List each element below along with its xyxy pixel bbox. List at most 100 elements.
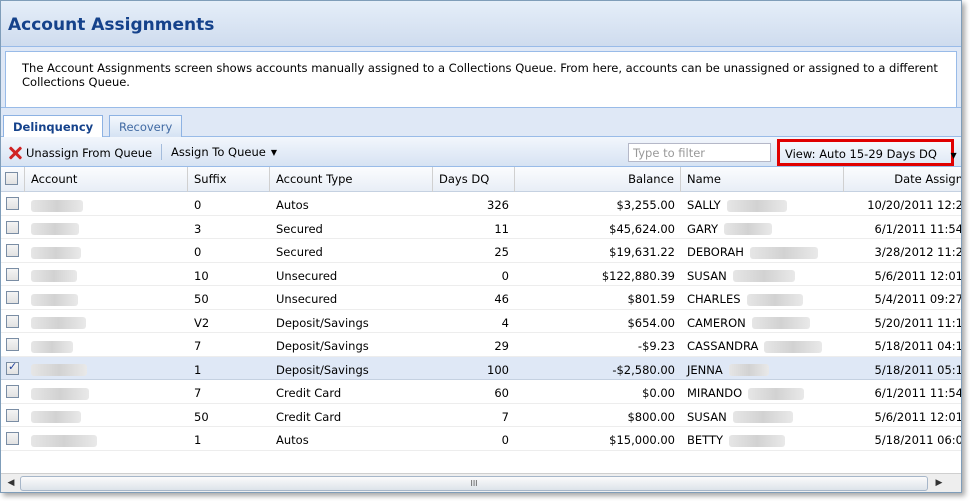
table-row[interactable]: V2 Deposit/Savings 4 $654.00 CAMERON 5/20/201… <box>1 310 961 333</box>
cell-balance: -$9.23 <box>637 339 675 353</box>
column-header-date-assigned[interactable]: Date Assign <box>844 167 961 192</box>
view-selector[interactable]: View: Auto 15-29 Days DQ ▼ <box>777 139 957 166</box>
cell-account <box>25 192 188 215</box>
redacted-surname <box>746 293 803 306</box>
row-checkbox[interactable] <box>6 244 19 257</box>
table-row[interactable]: 1 Deposit/Savings 100 -$2,580.00 JENNA 5/18/2… <box>1 356 961 380</box>
table-row[interactable]: 50 Unsecured 46 $801.59 CHARLES 5/4/2011 09:2… <box>1 286 961 310</box>
row-checkbox[interactable] <box>6 197 19 210</box>
cell-date-assigned: 5/20/2011 11:1 <box>874 315 961 330</box>
redacted-account <box>31 293 78 306</box>
account-assignments-window: Account Assignments The Account Assignme… <box>0 0 962 493</box>
cell-days-dq: 60 <box>494 386 509 400</box>
table-row[interactable]: 7 Credit Card 60 $0.00 MIRANDO 6/1/2011 11:54 <box>1 380 961 404</box>
tab-delinquency[interactable]: Delinquency <box>3 115 104 138</box>
cell-name: SUSAN <box>681 404 844 427</box>
cell-date-assigned: 5/4/2011 09:27 <box>874 292 961 306</box>
cell-name: JENNA <box>681 357 844 380</box>
cell-account <box>25 357 188 380</box>
name-text: BETTY <box>687 433 724 447</box>
assign-to-queue-button[interactable]: Assign To Queue ▼ <box>171 145 277 159</box>
row-checkbox[interactable] <box>6 432 19 445</box>
cell-suffix: 0 <box>194 245 202 259</box>
description-text: The Account Assignments screen shows acc… <box>5 51 957 107</box>
cell-suffix: 3 <box>194 221 202 236</box>
row-checkbox[interactable] <box>6 220 19 234</box>
name-text: JENNA <box>687 362 723 377</box>
header-select-all[interactable] <box>1 167 25 192</box>
tab-recovery[interactable]: Recovery <box>108 115 183 137</box>
cell-balance: $800.00 <box>627 409 675 424</box>
name-text: CASSANDRA <box>687 339 759 353</box>
cell-name: CAMERON <box>681 310 844 333</box>
cell-days-dq: 4 <box>501 315 509 330</box>
cell-balance: $45,624.00 <box>609 221 675 236</box>
table-row[interactable]: 50 Credit Card 7 $800.00 SUSAN 5/6/2011 12:01 <box>1 404 961 427</box>
column-header-account-type[interactable]: Account Type <box>270 167 433 192</box>
table-row[interactable]: 0 Autos 326 $3,255.00 SALLY 10/20/2011 12:2 <box>1 192 961 216</box>
name-text: MIRANDO <box>687 386 743 400</box>
cell-days-dq: 46 <box>494 292 509 306</box>
column-header-days-dq[interactable]: Days DQ <box>433 167 515 192</box>
redacted-account <box>31 387 89 400</box>
cell-account <box>25 216 188 239</box>
cell-balance: $654.00 <box>627 315 675 330</box>
cell-suffix: 7 <box>194 339 202 353</box>
table-row[interactable]: 10 Unsecured 0 $122,880.39 SUSAN 5/6/2011 12:… <box>1 263 961 286</box>
redacted-surname <box>724 223 773 235</box>
view-label: View: Auto 15-29 Days DQ <box>785 147 937 161</box>
column-header-suffix[interactable]: Suffix <box>188 167 270 192</box>
grid-toolbar: Unassign From Queue Assign To Queue ▼ Vi… <box>1 137 961 167</box>
column-header-name[interactable]: Name <box>681 167 844 192</box>
redacted-account <box>31 270 77 282</box>
filter-input[interactable] <box>628 143 771 162</box>
redacted-account <box>31 364 87 376</box>
caret-down-icon: ▼ <box>270 147 277 157</box>
redacted-surname <box>726 199 787 212</box>
cell-account-type: Credit Card <box>276 409 342 424</box>
column-header-balance[interactable]: Balance <box>515 167 681 192</box>
cell-suffix: 7 <box>194 386 202 400</box>
cell-days-dq: 29 <box>494 339 509 353</box>
scroll-left-icon[interactable]: ◀ <box>3 476 19 491</box>
unassign-label: Unassign From Queue <box>26 146 153 160</box>
scrollbar-thumb[interactable]: III <box>20 476 928 491</box>
select-all-checkbox[interactable] <box>5 172 18 185</box>
cell-account-type: Credit Card <box>276 386 342 400</box>
cell-days-dq: 100 <box>487 362 509 377</box>
cell-date-assigned: 3/28/2012 11:2 <box>874 245 961 259</box>
table-row[interactable]: 1 Autos 0 $15,000.00 BETTY 5/18/2011 06:0 <box>1 427 961 451</box>
row-checkbox[interactable] <box>6 385 19 398</box>
horizontal-scrollbar[interactable]: ◀ III ▶ <box>1 473 961 492</box>
cell-suffix: 0 <box>194 198 202 212</box>
redacted-account <box>31 199 83 212</box>
cell-days-dq: 0 <box>501 433 509 447</box>
page-title: Account Assignments <box>8 15 215 35</box>
redacted-surname <box>732 270 795 282</box>
redacted-account <box>31 434 97 447</box>
redacted-surname <box>749 246 818 259</box>
table-row[interactable]: 3 Secured 11 $45,624.00 GARY 6/1/2011 11:54 <box>1 216 961 239</box>
name-text: SUSAN <box>687 268 727 283</box>
row-checkbox[interactable] <box>6 314 19 328</box>
redacted-surname <box>751 317 810 329</box>
cell-account-type: Deposit/Savings <box>276 362 369 377</box>
description-panel: The Account Assignments screen shows acc… <box>1 47 961 107</box>
cell-days-dq: 25 <box>494 245 509 259</box>
row-checkbox[interactable] <box>6 338 19 351</box>
unassign-from-queue-button[interactable]: Unassign From Queue <box>7 145 152 161</box>
cell-date-assigned: 6/1/2011 11:54 <box>874 221 961 236</box>
row-checkbox[interactable] <box>6 291 19 304</box>
cell-account <box>25 404 188 427</box>
table-row[interactable]: 0 Secured 25 $19,631.22 DEBORAH 3/28/2012 11:… <box>1 239 961 263</box>
row-checkbox[interactable] <box>6 360 19 375</box>
name-text: SUSAN <box>687 409 727 424</box>
cell-date-assigned: 5/6/2011 12:01 <box>874 409 961 424</box>
name-text: CAMERON <box>687 315 746 330</box>
cell-name: SALLY <box>681 192 844 215</box>
row-checkbox[interactable] <box>6 267 19 281</box>
table-row[interactable]: 7 Deposit/Savings 29 -$9.23 CASSANDRA 5/18/20… <box>1 333 961 357</box>
column-header-account[interactable]: Account <box>25 167 188 192</box>
row-checkbox[interactable] <box>6 408 19 422</box>
scroll-right-icon[interactable]: ▶ <box>931 476 947 491</box>
